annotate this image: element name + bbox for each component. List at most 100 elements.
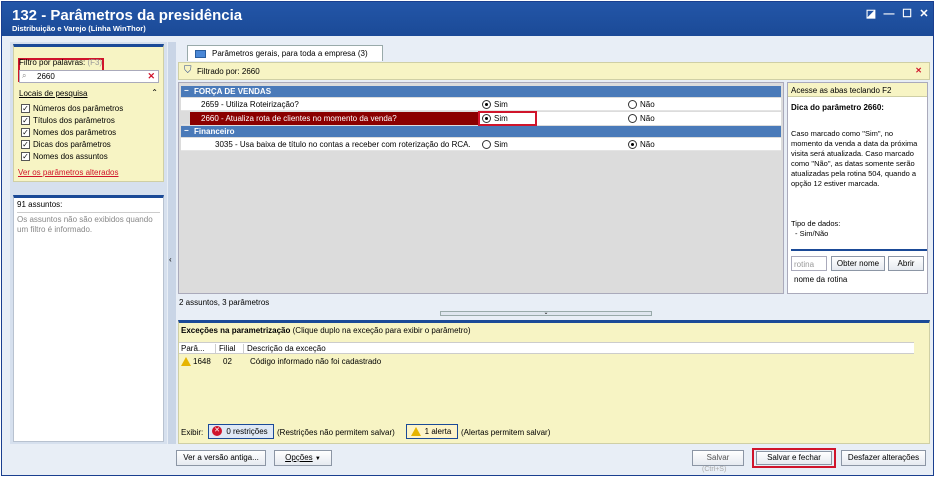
location-checkbox-names[interactable]: ✓ <box>21 128 30 137</box>
group-name: Financeiro <box>194 127 235 136</box>
close-icon[interactable]: ✕ <box>917 7 931 21</box>
filter-panel: Filtro por palavras: (F3) ⌕ 2660 ✕ Locai… <box>13 44 164 182</box>
column-param[interactable]: Parâ... <box>181 344 205 353</box>
exception-row[interactable]: 1648 02 Código informado não foi cadastr… <box>179 355 914 368</box>
footer-bar: Ver a versão antiga... Opções ▼ Salvar (… <box>10 448 930 474</box>
warning-icon <box>181 357 191 366</box>
error-icon: ✕ <box>212 426 222 436</box>
dropdown-icon: ▼ <box>314 456 321 462</box>
routine-input[interactable]: rotina <box>791 256 827 271</box>
param-no-radio[interactable] <box>628 140 637 149</box>
collapse-group-icon[interactable]: − <box>184 126 189 135</box>
restore-icon[interactable]: ◪ <box>864 7 878 21</box>
param-row-2660[interactable]: 2660 - Atualiza rota de clientes no mome… <box>181 111 781 126</box>
param-row-2659[interactable]: 2659 - Utiliza Roteirização? Sim Não <box>181 98 781 111</box>
param-label: 2660 - Atualiza rota de clientes no mome… <box>201 114 397 123</box>
exceptions-table-header: Parâ... Filial Descrição da exceção <box>179 342 914 354</box>
filter-label: Filtro por palavras: (F3) <box>19 58 102 67</box>
window-title: 132 - Parâmetros da presidência <box>12 7 243 24</box>
folder-icon <box>195 50 206 58</box>
param-no-radio[interactable] <box>628 114 637 123</box>
tab-label: Parâmetros gerais, para toda a empresa <box>212 49 356 58</box>
hint-body: Caso marcado como "Sim", no momento da v… <box>791 129 918 188</box>
filter-bar: ⛉ Filtrado por: 2660 ✕ <box>178 62 930 80</box>
filter-input[interactable]: ⌕ 2660 ✕ <box>19 70 159 83</box>
group-header-sales-force[interactable]: − FORÇA DE VENDAS <box>181 86 781 97</box>
hint-header: Acesse as abas teclando F2 <box>788 83 927 97</box>
clear-filter-bar-icon[interactable]: ✕ <box>915 66 922 75</box>
location-checkbox-titles[interactable]: ✓ <box>21 116 30 125</box>
filter-shortcut: (F3) <box>87 58 103 67</box>
save-and-close-button[interactable]: Salvar e fechar <box>756 451 832 465</box>
minimize-icon[interactable]: — <box>882 7 896 21</box>
exception-description: Código informado não foi cadastrado <box>250 357 382 366</box>
altered-params-link[interactable]: Ver os parâmetros alterados <box>18 168 119 177</box>
tab-count: (3) <box>357 49 368 58</box>
alerts-toggle[interactable]: 1 alerta <box>406 424 458 439</box>
open-routine-button[interactable]: Abrir <box>888 256 924 271</box>
locations-title: Locais de pesquisa <box>19 89 88 98</box>
location-checkbox-subjects[interactable]: ✓ <box>21 152 30 161</box>
alerts-note: (Alertas permitem salvar) <box>461 428 551 437</box>
restrictions-note: (Restrições não permitem salvar) <box>277 428 395 437</box>
params-summary: 2 assuntos, 3 parâmetros <box>179 298 270 307</box>
get-name-button[interactable]: Obter nome <box>831 256 885 271</box>
subjects-title: 91 assuntos: <box>17 200 63 209</box>
funnel-icon: ⛉ <box>184 65 192 76</box>
location-label-names: Nomes dos parâmetros <box>33 128 117 137</box>
param-no-label: Não <box>640 100 655 109</box>
routine-divider <box>791 249 927 251</box>
param-no-radio[interactable] <box>628 100 637 109</box>
old-version-button[interactable]: Ver a versão antiga... <box>176 450 266 466</box>
undo-changes-button[interactable]: Desfazer alterações <box>841 450 926 466</box>
collapse-left-icon[interactable]: ‹ <box>169 255 172 264</box>
tab-general-params[interactable]: Parâmetros gerais, para toda a empresa (… <box>187 45 383 61</box>
location-checkbox-numbers[interactable]: ✓ <box>21 104 30 113</box>
param-yes-radio[interactable] <box>482 100 491 109</box>
filter-input-value: 2660 <box>37 72 55 81</box>
save-button[interactable]: Salvar <box>692 450 744 466</box>
param-no-label: Não <box>640 140 655 149</box>
routine-name: nome da rotina <box>794 275 848 284</box>
exception-param: 1648 <box>193 357 211 366</box>
subjects-note: Os assuntos não são exibidos quando um f… <box>17 212 160 235</box>
collapse-icon[interactable]: ⌃ <box>151 88 158 97</box>
vertical-splitter-handle[interactable]: ⌄ <box>440 310 652 316</box>
data-type-value: - Sim/Não <box>795 229 829 238</box>
clear-filter-icon[interactable]: ✕ <box>147 71 155 82</box>
column-description[interactable]: Descrição da exceção <box>243 344 326 353</box>
column-branch[interactable]: Filial <box>215 344 235 353</box>
params-area: Parâmetros gerais, para toda a empresa (… <box>178 42 930 316</box>
left-pane: Filtro por palavras: (F3) ⌕ 2660 ✕ Locai… <box>10 42 167 444</box>
search-icon: ⌕ <box>22 71 27 80</box>
location-label-subjects: Nomes dos assuntos <box>33 152 108 161</box>
param-row-3035[interactable]: 3035 - Usa baixa de título no contas a r… <box>181 138 781 151</box>
options-button[interactable]: Opções ▼ <box>274 450 332 466</box>
pane-splitter[interactable]: ‹ <box>168 42 176 444</box>
title-bar: 132 - Parâmetros da presidência Distribu… <box>2 2 933 36</box>
exceptions-title: Exceções na parametrização <box>181 326 291 335</box>
param-yes-label: Sim <box>494 114 508 123</box>
filter-label-text: Filtro por palavras: <box>19 58 86 67</box>
subjects-panel: 91 assuntos: Os assuntos não são exibido… <box>13 195 164 442</box>
param-label: 3035 - Usa baixa de título no contas a r… <box>215 140 471 149</box>
warning-icon <box>411 427 421 436</box>
param-yes-radio[interactable] <box>482 140 491 149</box>
window-subtitle: Distribuição e Varejo (Linha WinThor) <box>12 24 146 33</box>
group-header-financial[interactable]: − Financeiro <box>181 126 781 137</box>
hint-title: Dica do parâmetro 2660: <box>791 103 884 112</box>
exceptions-header: Exceções na parametrização (Clique duplo… <box>181 326 471 335</box>
filter-bar-text: Filtrado por: 2660 <box>197 67 260 76</box>
group-name: FORÇA DE VENDAS <box>194 87 272 96</box>
location-checkbox-tips[interactable]: ✓ <box>21 140 30 149</box>
param-yes-radio[interactable] <box>482 114 491 123</box>
main-window: 132 - Parâmetros da presidência Distribu… <box>1 1 934 476</box>
options-label: Opções <box>285 453 313 462</box>
params-grid: − FORÇA DE VENDAS 2659 - Utiliza Roteiri… <box>178 82 784 294</box>
restrictions-toggle[interactable]: ✕ 0 restrições <box>208 424 274 439</box>
collapse-group-icon[interactable]: − <box>184 86 189 95</box>
hint-panel: Acesse as abas teclando F2 Dica do parâm… <box>787 82 928 294</box>
data-type-label: Tipo de dados: <box>791 219 841 228</box>
restrictions-label: 0 restrições <box>226 427 268 436</box>
maximize-icon[interactable]: ☐ <box>900 7 914 21</box>
